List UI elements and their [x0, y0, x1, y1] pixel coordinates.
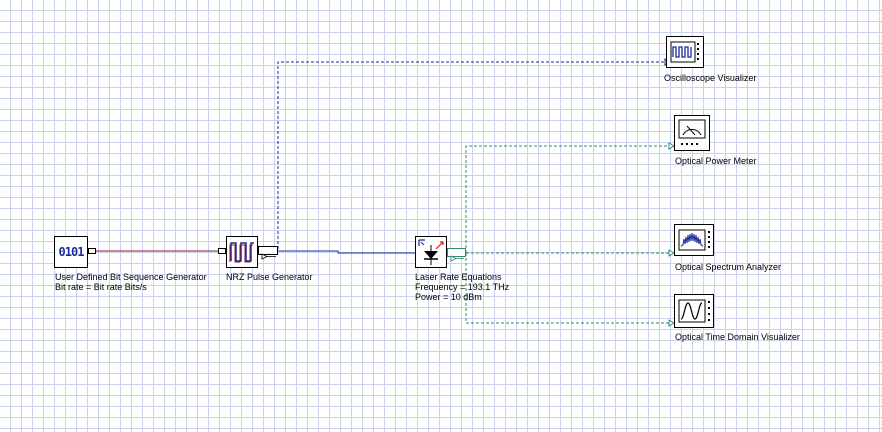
time-domain-icon [678, 299, 710, 323]
oscilloscope-block[interactable] [666, 36, 704, 68]
laser-block[interactable] [415, 236, 447, 268]
bitgen-name: User Defined Bit Sequence Generator [55, 272, 207, 282]
spectrum-analyzer-block[interactable] [674, 224, 714, 256]
laser-power: Power = 10 dBm [415, 292, 482, 302]
bitgen-output-port[interactable] [88, 248, 96, 254]
time-domain-name: Optical Time Domain Visualizer [675, 332, 800, 342]
bitgen-label: User Defined Bit Sequence Generator Bit … [55, 272, 207, 292]
oscilloscope-icon [670, 41, 699, 63]
laser-frequency: Frequency = 193.1 THz [415, 282, 510, 292]
nrz-input-port[interactable] [218, 248, 226, 254]
oscilloscope-name: Oscilloscope Visualizer [664, 73, 757, 83]
spectrum-analyzer-icon [678, 229, 710, 251]
time-domain-block[interactable] [674, 294, 714, 328]
wire-nrz-to-oscilloscope[interactable] [277, 61, 666, 249]
bitgen-block[interactable]: 0101 [54, 236, 88, 268]
wire-nrz-to-laser[interactable] [278, 250, 415, 254]
bitgen-param: Bit rate = Bit rate Bits/s [55, 282, 147, 292]
nrz-block[interactable] [226, 236, 258, 268]
bitgen-icon-text: 0101 [58, 245, 85, 259]
spectrum-analyzer-name: Optical Spectrum Analyzer [675, 262, 782, 272]
wire-laser-to-power-meter[interactable] [465, 145, 673, 253]
laser-diode-icon [418, 239, 444, 265]
laser-output-port[interactable] [447, 248, 466, 262]
nrz-output-port[interactable] [258, 246, 278, 260]
power-meter-label: Optical Power Meter [675, 156, 757, 166]
oscilloscope-label: Oscilloscope Visualizer [664, 73, 756, 83]
time-domain-label: Optical Time Domain Visualizer [675, 332, 800, 342]
wire-layer [96, 58, 675, 327]
nrz-name: NRZ Pulse Generator [226, 272, 313, 282]
power-meter-block[interactable] [674, 115, 710, 151]
nrz-pulse-icon [229, 242, 254, 263]
spectrum-analyzer-label: Optical Spectrum Analyzer [675, 262, 781, 272]
laser-label: Laser Rate Equations Frequency = 193.1 T… [415, 272, 509, 302]
power-meter-name: Optical Power Meter [675, 156, 757, 166]
power-meter-icon [678, 119, 706, 145]
laser-name: Laser Rate Equations [415, 272, 502, 282]
nrz-label: NRZ Pulse Generator [226, 272, 313, 282]
